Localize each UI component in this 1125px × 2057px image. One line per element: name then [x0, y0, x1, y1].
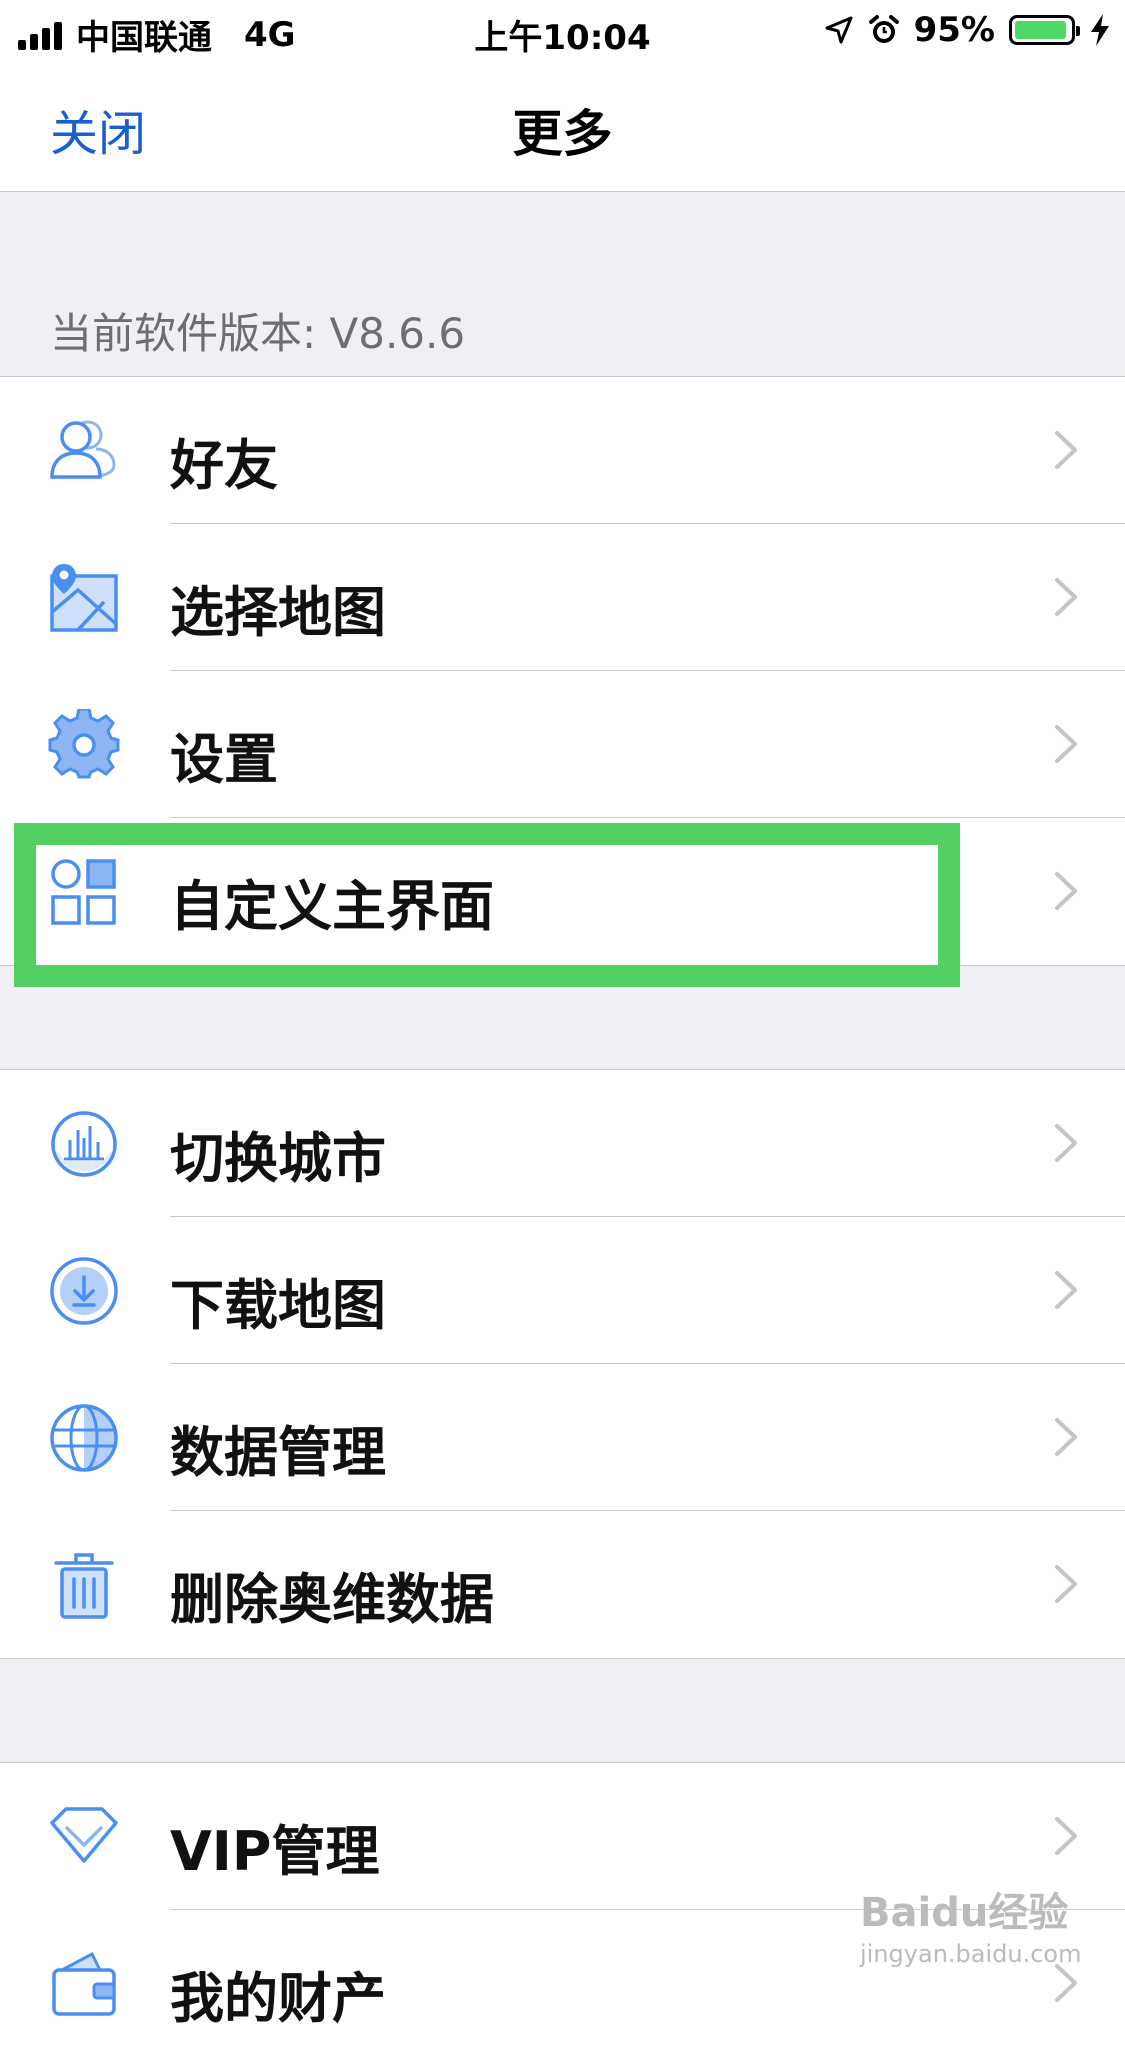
menu-item-label: 设置	[170, 728, 278, 791]
menu-item-label: 切换城市	[170, 1127, 386, 1190]
menu-group-2: 切换城市 下载地图 数据管理 删除奥维数据	[0, 1069, 1125, 1659]
diamond-icon	[50, 1807, 118, 1863]
battery-percent: 95%	[913, 10, 995, 50]
wallet-icon	[52, 1951, 116, 2016]
status-bar: 中国联通 4G 上午10:04 95%	[0, 0, 1125, 62]
version-label: 当前软件版本: V8.6.6	[50, 309, 466, 358]
grid-icon	[51, 859, 116, 925]
charging-bolt-icon	[1091, 14, 1109, 46]
chevron-right-icon	[1055, 1565, 1077, 1603]
menu-item-label: 好友	[170, 434, 278, 497]
menu-item-label: 自定义主界面	[170, 875, 494, 938]
chevron-right-icon	[1055, 872, 1077, 910]
globe-icon	[50, 1404, 118, 1472]
trash-icon	[54, 1553, 114, 1619]
menu-item-select-map[interactable]: 选择地图	[0, 524, 1125, 671]
map-icon	[50, 564, 118, 632]
alarm-icon	[868, 15, 899, 43]
battery-icon	[1009, 15, 1080, 45]
baidu-watermark: Baidu经验 jingyan.baidu.com	[860, 1880, 1081, 1968]
chevron-right-icon	[1055, 1124, 1077, 1162]
chevron-right-icon	[1055, 1271, 1077, 1309]
nav-bar: 关闭 更多	[0, 62, 1125, 192]
status-right: 95%	[824, 10, 1111, 50]
menu-item-label: 数据管理	[170, 1421, 386, 1484]
download-icon	[50, 1257, 118, 1325]
friends-icon	[50, 420, 116, 479]
chevron-right-icon	[1055, 431, 1077, 469]
menu-item-settings[interactable]: 设置	[0, 671, 1125, 818]
chevron-right-icon	[1055, 1817, 1077, 1855]
page-title: 更多	[512, 105, 613, 163]
city-icon	[51, 1111, 117, 1177]
chevron-right-icon	[1055, 1418, 1077, 1456]
menu-item-data-management[interactable]: 数据管理	[0, 1364, 1125, 1511]
chevron-right-icon	[1055, 578, 1077, 616]
gear-icon	[48, 709, 120, 779]
menu-item-label: VIP管理	[170, 1820, 380, 1883]
menu-item-customize-home[interactable]: 自定义主界面	[0, 818, 1125, 965]
menu-item-download-map[interactable]: 下载地图	[0, 1217, 1125, 1364]
watermark-brand: Baidu经验	[860, 1890, 1069, 1936]
menu-item-label: 删除奥维数据	[170, 1568, 494, 1631]
watermark-url: jingyan.baidu.com	[860, 1940, 1082, 1968]
menu-item-label: 我的财产	[170, 1967, 386, 2030]
menu-item-label: 选择地图	[170, 581, 386, 644]
menu-item-delete-data[interactable]: 删除奥维数据	[0, 1511, 1125, 1658]
location-arrow-icon	[825, 16, 853, 44]
menu-item-switch-city[interactable]: 切换城市	[0, 1070, 1125, 1217]
menu-item-friends[interactable]: 好友	[0, 377, 1125, 524]
chevron-right-icon	[1055, 725, 1077, 763]
menu-group-1: 好友 选择地图 设置 自定义主界面	[0, 376, 1125, 966]
menu-item-label: 下载地图	[170, 1274, 386, 1337]
